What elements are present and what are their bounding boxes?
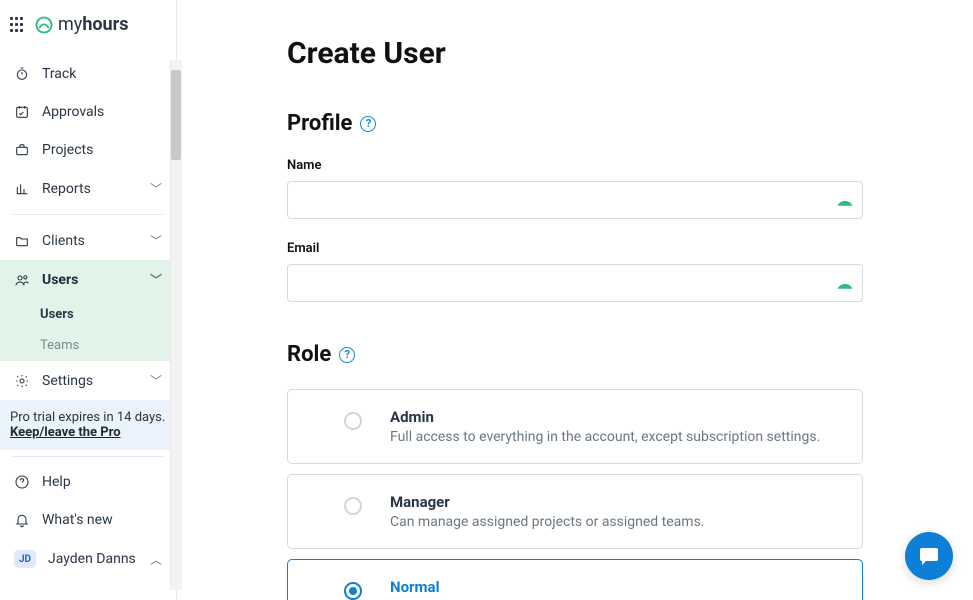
role-description: Full access to everything in the account… xyxy=(390,429,842,445)
email-input[interactable] xyxy=(287,264,863,302)
sidebar-item-label: Approvals xyxy=(42,104,162,120)
sidebar-subitem-users[interactable]: Users xyxy=(0,299,176,330)
nav-divider xyxy=(12,456,164,457)
sidebar-item-label: Settings xyxy=(42,373,138,389)
logo-icon xyxy=(34,15,54,35)
trial-text: Pro trial expires in 14 days. xyxy=(10,410,166,425)
role-name: Admin xyxy=(390,408,842,426)
role-section-heading: Role ? xyxy=(287,342,863,367)
sidebar-item-label: Track xyxy=(42,66,162,82)
sidebar-item-label: Jayden Danns xyxy=(48,551,138,567)
role-radio[interactable] xyxy=(344,497,362,515)
chevron-down-icon: ﹀ xyxy=(150,180,162,197)
page-title: Create User xyxy=(287,36,863,71)
chevron-down-icon: ﹀ xyxy=(150,232,162,249)
role-radio[interactable] xyxy=(344,412,362,430)
sidebar-item-label: Reports xyxy=(42,181,138,197)
gear-icon xyxy=(14,373,30,389)
sidebar-subitem-label: Users xyxy=(40,307,74,322)
trial-link[interactable]: Keep/leave the Pro xyxy=(10,425,166,440)
sidebar-item-user[interactable]: JD Jayden Danns ︿ xyxy=(0,539,176,579)
sidebar-subitem-label: Teams xyxy=(40,338,79,353)
calendar-check-icon xyxy=(14,104,30,120)
sidebar-item-label: Clients xyxy=(42,233,138,249)
sidebar-item-settings[interactable]: Settings ﹀ xyxy=(0,361,176,400)
sidebar-item-projects[interactable]: Projects xyxy=(0,131,176,169)
chevron-down-icon: ﹀ xyxy=(150,372,162,389)
nav-divider xyxy=(12,214,164,215)
sidebar-users-block: Users ﹀ Users Teams xyxy=(0,260,176,361)
chat-icon xyxy=(917,544,941,568)
help-icon[interactable]: ? xyxy=(339,347,355,363)
section-title-text: Role xyxy=(287,342,331,367)
role-list: Admin Full access to everything in the a… xyxy=(287,389,863,600)
primary-nav: Track Approvals Projects Reports ﹀ Clien… xyxy=(0,49,176,600)
user-initials-badge: JD xyxy=(14,550,36,568)
email-label: Email xyxy=(287,241,863,256)
role-radio[interactable] xyxy=(344,582,362,600)
sidebar-item-label: Users xyxy=(42,272,138,288)
users-icon xyxy=(14,272,30,288)
logo-text-light: my xyxy=(58,14,82,35)
role-description: Can manage assigned projects or assigned… xyxy=(390,514,842,530)
bar-chart-icon xyxy=(14,181,30,197)
help-circle-icon xyxy=(14,474,30,490)
name-field: Name xyxy=(287,158,863,219)
role-option-normal[interactable]: Normal Can only track time on assigned p… xyxy=(287,559,863,600)
logo-text-bold: hours xyxy=(82,14,128,35)
sidebar-item-label: Help xyxy=(42,474,162,490)
profile-section-heading: Profile ? xyxy=(287,111,863,136)
sidebar-item-approvals[interactable]: Approvals xyxy=(0,93,176,131)
role-option-manager[interactable]: Manager Can manage assigned projects or … xyxy=(287,474,863,549)
chevron-down-icon: ﹀ xyxy=(150,271,162,288)
name-input[interactable] xyxy=(287,181,863,219)
name-label: Name xyxy=(287,158,863,173)
logo[interactable]: myhours xyxy=(34,14,128,35)
apps-grid-icon[interactable] xyxy=(10,17,26,33)
section-title-text: Profile xyxy=(287,111,352,136)
sidebar-item-users[interactable]: Users ﹀ xyxy=(0,260,176,299)
sidebar-item-label: What's new xyxy=(42,512,162,528)
stopwatch-icon xyxy=(14,66,30,82)
help-icon[interactable]: ? xyxy=(360,116,376,132)
brand-header: myhours xyxy=(0,0,176,49)
extension-badge-icon[interactable] xyxy=(835,273,855,293)
intercom-chat-button[interactable] xyxy=(905,532,953,580)
folder-icon xyxy=(14,233,30,249)
chevron-up-icon: ︿ xyxy=(150,551,162,568)
role-option-admin[interactable]: Admin Full access to everything in the a… xyxy=(287,389,863,464)
sidebar-item-label: Projects xyxy=(42,142,162,158)
sidebar-item-track[interactable]: Track xyxy=(0,55,176,93)
sidebar-subitem-teams[interactable]: Teams xyxy=(0,330,176,361)
main-content: Create User Profile ? Name Email Role ? xyxy=(177,0,973,600)
sidebar-item-whatsnew[interactable]: What's new xyxy=(0,501,176,539)
sidebar-item-help[interactable]: Help xyxy=(0,463,176,501)
email-field: Email xyxy=(287,241,863,302)
trial-notice: Pro trial expires in 14 days. Keep/leave… xyxy=(0,400,176,450)
bell-icon xyxy=(14,512,30,528)
extension-badge-icon[interactable] xyxy=(835,190,855,210)
sidebar-scrollbar-thumb[interactable] xyxy=(171,70,181,160)
role-name: Normal xyxy=(390,578,842,596)
briefcase-icon xyxy=(14,142,30,158)
sidebar: myhours Track Approvals Projects Reports… xyxy=(0,0,177,600)
role-name: Manager xyxy=(390,493,842,511)
sidebar-item-clients[interactable]: Clients ﹀ xyxy=(0,221,176,260)
sidebar-item-reports[interactable]: Reports ﹀ xyxy=(0,169,176,208)
